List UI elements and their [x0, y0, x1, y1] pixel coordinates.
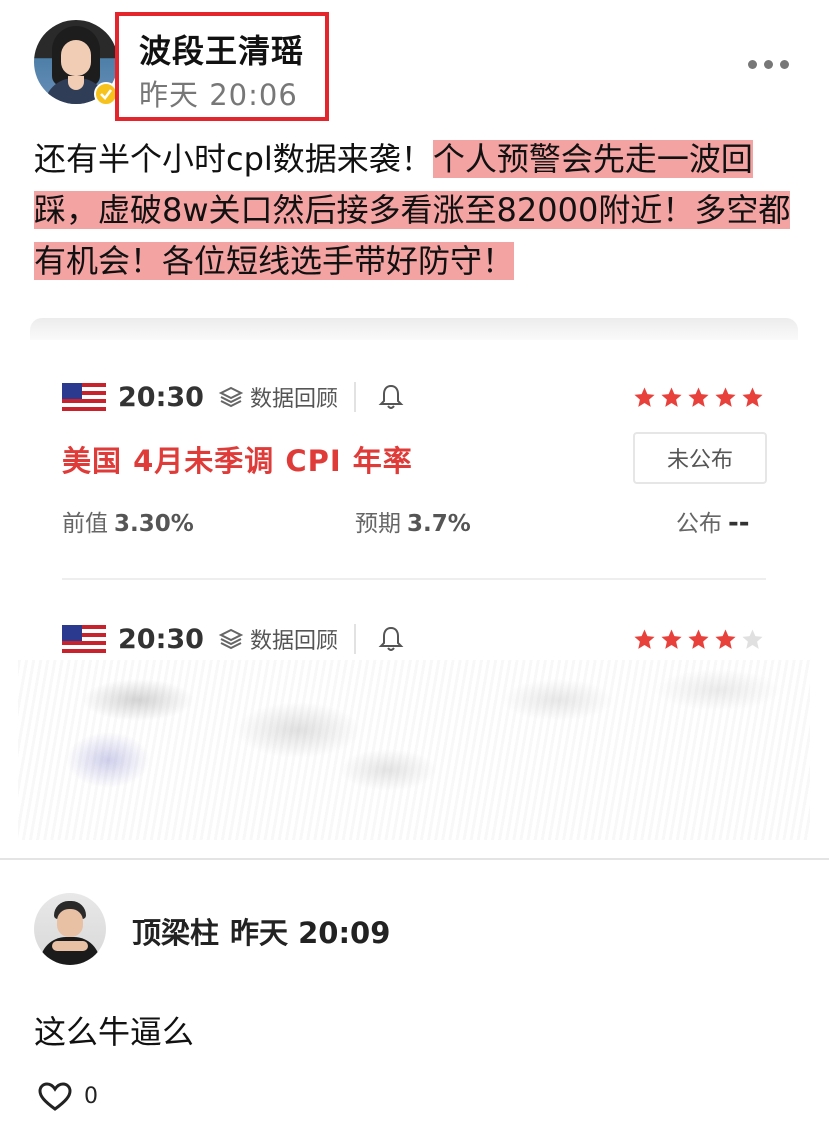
commenter-avatar[interactable] — [34, 893, 106, 965]
comment-time: 昨天 20:09 — [230, 916, 391, 950]
layers-icon — [218, 386, 244, 408]
post-time: 昨天 20:06 — [139, 78, 298, 112]
importance-stars-1 — [633, 386, 764, 409]
data-review-link[interactable]: 数据回顾 — [250, 623, 338, 655]
post-text-plain: 还有半个小时cpl数据来袭！ — [34, 140, 433, 178]
star-icon — [715, 629, 736, 649]
heart-icon[interactable] — [38, 1082, 72, 1112]
us-flag-icon — [62, 383, 106, 411]
status-button[interactable]: 未公布 — [633, 432, 767, 484]
event-time: 20:30 — [118, 623, 204, 655]
star-icon — [742, 387, 763, 407]
author-name[interactable]: 波段王清瑶 — [139, 26, 304, 72]
forecast-value: 预期 3.7% — [355, 511, 471, 537]
actual-value: 公布 -- — [676, 508, 750, 538]
event-time: 20:30 — [118, 381, 204, 413]
star-icon — [661, 387, 682, 407]
importance-stars-2 — [633, 628, 764, 651]
bell-icon[interactable] — [378, 625, 404, 653]
star-icon — [634, 629, 655, 649]
star-icon — [742, 629, 763, 649]
more-icon[interactable] — [748, 55, 796, 73]
event-row-2[interactable]: 20:30 数据回顾 — [62, 619, 404, 659]
comment-text: 这么牛逼么 — [34, 1013, 195, 1051]
like-count: 0 — [84, 1084, 98, 1109]
event-title[interactable]: 美国 4月未季调 CPI 年率 — [62, 438, 413, 480]
event-row-1[interactable]: 20:30 数据回顾 — [62, 377, 404, 417]
star-icon — [634, 387, 655, 407]
data-review-link[interactable]: 数据回顾 — [250, 381, 338, 413]
previous-value: 前值 3.30% — [62, 511, 194, 537]
star-icon — [688, 629, 709, 649]
us-flag-icon — [62, 625, 106, 653]
divider — [353, 382, 356, 412]
card-separator — [62, 578, 766, 580]
bell-icon[interactable] — [378, 383, 404, 411]
author-highlight-frame: 波段王清瑶 昨天 20:06 — [115, 12, 329, 121]
blurred-content — [18, 660, 810, 840]
divider — [353, 624, 356, 654]
section-divider — [0, 858, 829, 860]
post-text: 还有半个小时cpl数据来袭！个人预警会先走一波回踩，虚破8w关口然后接多看涨至8… — [34, 134, 814, 287]
star-icon — [715, 387, 736, 407]
star-icon — [661, 629, 682, 649]
card-top-edge — [30, 318, 798, 340]
comment-author[interactable]: 顶梁柱 — [132, 910, 219, 952]
layers-icon — [218, 628, 244, 650]
star-icon — [688, 387, 709, 407]
